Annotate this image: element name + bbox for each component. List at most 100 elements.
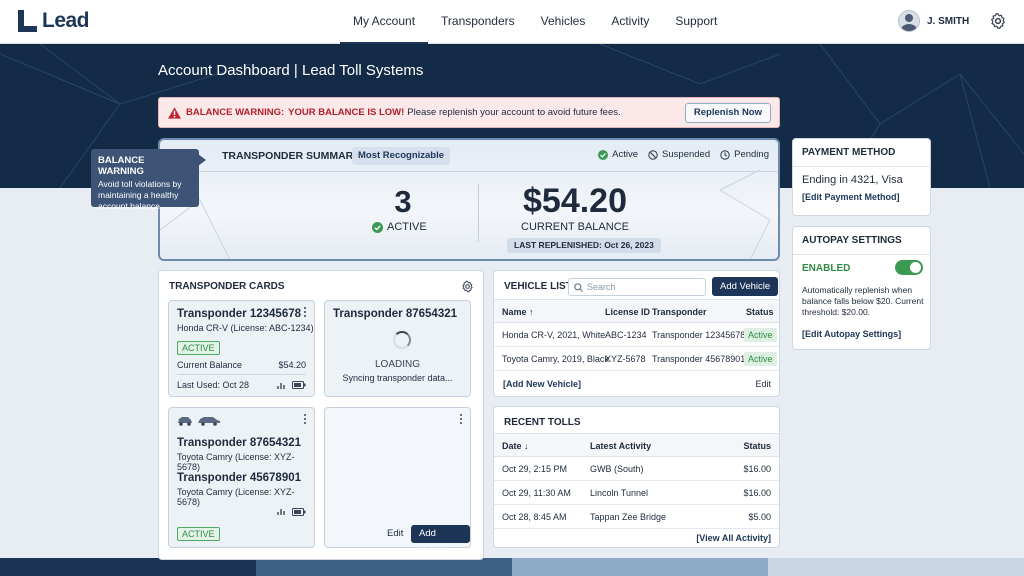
table-row[interactable]: Toyota Camry, 2019, Black XYZ-5678 Trans… — [494, 347, 779, 371]
nav-item-vehicles[interactable]: Vehicles — [528, 0, 599, 44]
device-status-icons — [277, 507, 306, 516]
payment-method-value: Ending in 4321, Visa — [802, 174, 903, 186]
table-row[interactable]: Oct 28, 8:45 AM Tappan Zee Bridge $5.00 — [494, 505, 779, 529]
add-vehicle-button[interactable]: Add Vehicle — [411, 525, 470, 557]
add-vehicle-button[interactable]: Add Vehicle — [712, 277, 779, 296]
nav-item-my-account[interactable]: My Account — [340, 0, 429, 44]
tooltip-body: Avoid toll violations by maintaining a h… — [98, 179, 182, 211]
edit-vehicles-button[interactable]: Edit — [755, 379, 771, 389]
transponder-id: Transponder 12345678 — [652, 330, 746, 340]
sort-down-icon: ↓ — [524, 441, 529, 451]
status-badge: Active — [744, 328, 777, 342]
transponder-card-multi[interactable]: Transponder 87654321 Toyota Camry (Licen… — [168, 407, 315, 548]
footer-band — [0, 558, 1024, 576]
user-menu[interactable]: J. SMITH — [898, 10, 969, 32]
loading-spinner-icon — [393, 331, 411, 349]
user-name: J. SMITH — [927, 15, 970, 27]
active-status: ACTIVE — [372, 221, 427, 233]
summary-title: TRANSPONDER SUMMARY — [222, 150, 360, 162]
panel-settings-gear-icon[interactable] — [461, 280, 474, 293]
app-logo[interactable]: Lead — [18, 9, 90, 33]
vehicle-search[interactable] — [568, 278, 706, 296]
active-label: ACTIVE — [387, 221, 427, 233]
warning-triangle-icon — [168, 106, 181, 119]
search-input[interactable] — [587, 280, 702, 294]
more-options-icon[interactable] — [303, 307, 307, 319]
license-id: ABC-1234 — [605, 330, 647, 340]
tolls-table-header: Date ↓ Latest Activity Status — [494, 433, 779, 457]
replenish-now-button[interactable]: Replenish Now — [684, 103, 771, 123]
loading-label: LOADING — [374, 359, 420, 370]
warning-message: Please replenish your account to avoid f… — [407, 107, 621, 118]
avatar-icon — [898, 10, 920, 32]
vehicle-list-title: VEHICLE LIST — [504, 281, 572, 292]
transponder-name: Transponder 87654321 — [333, 308, 458, 320]
table-row[interactable]: Oct 29, 11:30 AM Lincoln Tunnel $16.00 — [494, 481, 779, 505]
balance-warning-tooltip: BALANCE WARNING Avoid toll violations by… — [91, 149, 206, 211]
last-used-row: Last Used: Oct 28 — [177, 380, 306, 390]
summary-header: TRANSPONDER SUMMARY Most Recognizable Ac… — [160, 140, 778, 172]
recent-tolls-title: RECENT TOLLS — [504, 417, 581, 428]
page-title: Account Dashboard | Lead Toll Systems — [158, 62, 424, 79]
warning-label: BALANCE WARNING: — [186, 107, 285, 118]
column-name[interactable]: Name ↑ — [502, 307, 534, 317]
transponder-vehicle: Toyota Camry (License: XYZ-5678) — [177, 452, 295, 472]
status-badge: ACTIVE — [177, 527, 220, 541]
autopay-toggle[interactable] — [895, 260, 923, 275]
vehicle-list-panel: VEHICLE LIST Add Vehicle Name ↑ License … — [493, 270, 780, 397]
legend-active: Active — [598, 149, 638, 160]
add-new-vehicle-link[interactable]: [Add New Vehicle] — [503, 379, 581, 389]
transponder-id: Transponder 45678901 — [652, 354, 746, 364]
legend-pending: Pending — [720, 149, 769, 160]
nav-item-support[interactable]: Support — [662, 0, 730, 44]
column-license: License ID — [605, 307, 651, 317]
transponder-card-12345678[interactable]: Transponder 12345678 Honda CR-V (License… — [168, 300, 315, 397]
battery-icon — [292, 381, 306, 389]
settings-gear-icon[interactable] — [989, 12, 1007, 30]
more-options-icon[interactable] — [459, 414, 463, 426]
column-latest-activity: Latest Activity — [590, 441, 652, 451]
nav-item-activity[interactable]: Activity — [598, 0, 662, 44]
status-badge: ACTIVE — [177, 341, 220, 355]
transponder-vehicle: Honda CR-V (License: ABC-1234) — [177, 323, 314, 333]
toll-amount: $16.00 — [743, 488, 771, 498]
vehicle-name: Honda CR-V, 2021, White — [502, 330, 606, 340]
transponder-name: Transponder 45678901 — [177, 472, 302, 484]
clock-icon — [720, 149, 730, 160]
signal-icon — [277, 382, 285, 389]
autopay-settings-card: AUTOPAY SETTINGS ENABLED Automatically r… — [792, 226, 931, 350]
nav-item-transponders[interactable]: Transponders — [428, 0, 528, 44]
toll-location: Tappan Zee Bridge — [590, 512, 667, 522]
vehicle-name: Toyota Camry, 2019, Black — [502, 354, 609, 364]
last-used-text: Last Used: Oct 28 — [177, 380, 250, 390]
edit-payment-method-link[interactable]: [Edit Payment Method] — [802, 192, 900, 202]
transponder-card-empty[interactable]: Edit Add Vehicle — [324, 407, 471, 557]
more-options-icon[interactable] — [303, 414, 307, 426]
transponder-summary-card: TRANSPONDER SUMMARY Most Recognizable Ac… — [158, 138, 780, 261]
car-icon — [198, 417, 220, 426]
table-row[interactable]: Honda CR-V, 2021, White ABC-1234 Transpo… — [494, 323, 779, 347]
transponder-card-loading[interactable]: Transponder 87654321 LOADING Syncing tra… — [324, 300, 471, 397]
payment-method-card: PAYMENT METHOD Ending in 4321, Visa [Edi… — [792, 138, 931, 216]
signal-icon — [277, 509, 285, 515]
tooltip-title: BALANCE WARNING — [98, 155, 145, 177]
table-row[interactable]: Oct 29, 2:15 PM GWB (South) $16.00 — [494, 457, 779, 481]
current-balance-label: CURRENT BALANCE — [521, 221, 629, 233]
status-legend: Active Suspended Pending — [598, 149, 769, 160]
balance-label: Current Balance — [177, 360, 243, 370]
legend-suspended: Suspended — [648, 149, 710, 160]
autopay-title: AUTOPAY SETTINGS — [793, 227, 930, 255]
license-id: XYZ-5678 — [605, 354, 646, 364]
edit-autopay-settings-link[interactable]: [Edit Autopay Settings] — [802, 329, 901, 339]
transponder-cards-title: TRANSPONDER CARDS — [169, 281, 285, 292]
ban-icon — [648, 149, 658, 160]
column-date[interactable]: Date ↓ — [502, 441, 529, 451]
column-transponder: Transponder — [652, 307, 707, 317]
edit-button[interactable]: Edit — [387, 528, 403, 539]
autopay-status: ENABLED — [802, 263, 851, 274]
payment-method-title: PAYMENT METHOD — [793, 139, 930, 167]
check-circle-icon — [372, 221, 383, 233]
view-all-activity-link[interactable]: [View All Activity] — [696, 533, 771, 543]
warning-headline: YOUR BALANCE IS LOW! — [288, 107, 405, 118]
status-badge: Active — [744, 352, 777, 366]
